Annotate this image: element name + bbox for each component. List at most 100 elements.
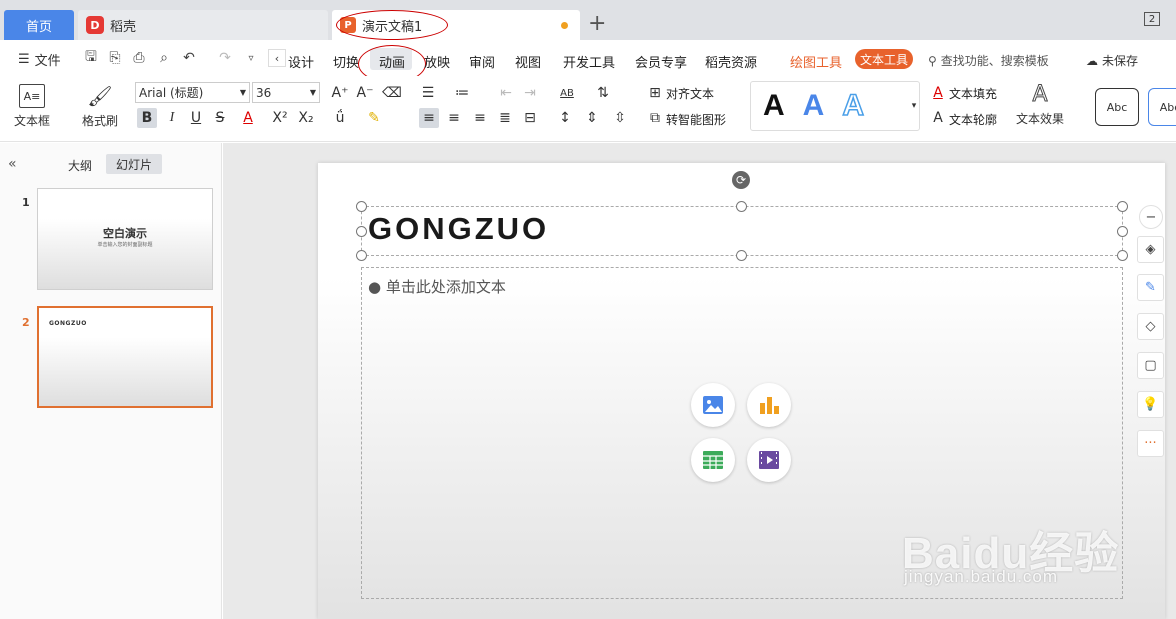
insert-picture-button[interactable]	[691, 383, 735, 427]
shape-style-1[interactable]: Abc	[1095, 88, 1139, 126]
wordart-style-black[interactable]: A	[763, 89, 785, 123]
redo-icon[interactable]: ↷	[216, 49, 234, 67]
text-outline-label[interactable]: 文本轮廓	[949, 111, 997, 128]
distribute-icon[interactable]: ⊟	[520, 108, 540, 128]
superscript-icon[interactable]: X²	[270, 108, 290, 128]
resize-handle[interactable]	[736, 201, 747, 212]
numbered-list-icon[interactable]: ≔	[452, 83, 472, 103]
print-icon[interactable]: ⎙	[130, 49, 148, 67]
align-right-icon[interactable]: ≡	[470, 108, 490, 128]
align-text-icon[interactable]: ⊞	[645, 83, 665, 103]
menu-daoke-resources[interactable]: 稻壳资源	[705, 52, 757, 71]
tab-daoke[interactable]: D 稻壳	[78, 10, 328, 40]
pen-icon[interactable]: ✎	[1137, 274, 1164, 301]
underline-icon[interactable]: U	[186, 108, 206, 128]
menu-transition[interactable]: 切换	[333, 52, 359, 71]
paragraph-spacing-icon[interactable]: ⇕	[582, 108, 602, 128]
file-menu[interactable]: ☰ 文件	[18, 50, 61, 69]
format-painter-button[interactable]: 🖌 格式刷	[82, 84, 118, 129]
tab-outline[interactable]: 大纲	[68, 157, 92, 174]
smart-shape-label[interactable]: 转智能图形	[666, 111, 726, 128]
tab-document[interactable]: P 演示文稿1	[332, 10, 580, 40]
align-center-icon[interactable]: ≡	[444, 108, 464, 128]
new-tab-button[interactable]: +	[588, 12, 606, 36]
body-placeholder-text[interactable]: ● 单击此处添加文本	[368, 276, 506, 297]
zoom-out-icon[interactable]: −	[1139, 205, 1163, 229]
resize-handle[interactable]	[1117, 250, 1128, 261]
increase-indent-icon[interactable]: ⇥	[520, 83, 540, 103]
search-box[interactable]: ⚲ 查找功能、搜索模板	[928, 52, 1049, 69]
scroll-left-icon[interactable]: ‹	[268, 49, 286, 67]
para-settings-icon[interactable]: ⇳	[610, 108, 630, 128]
italic-icon[interactable]: I	[162, 108, 182, 128]
fill-bucket-icon[interactable]: ◇	[1137, 313, 1164, 340]
textbox-button[interactable]: A≡ 文本框	[14, 84, 50, 129]
wordart-style-blue[interactable]: A	[803, 89, 825, 123]
menu-text-tools[interactable]: 文本工具	[855, 49, 913, 69]
bold-icon[interactable]: B	[137, 108, 157, 128]
insert-table-button[interactable]	[691, 438, 735, 482]
align-left-icon[interactable]: ≡	[419, 108, 439, 128]
sort-icon[interactable]: ⇅	[593, 83, 613, 103]
more-icon[interactable]: ···	[1137, 430, 1164, 457]
font-color-icon[interactable]: A	[238, 108, 258, 128]
wordart-more-icon[interactable]: ▾	[904, 96, 924, 116]
justify-icon[interactable]: ≣	[495, 108, 515, 128]
menu-design[interactable]: 设计	[288, 52, 314, 71]
menu-member[interactable]: 会员专享	[635, 52, 687, 71]
tab-home[interactable]: 首页	[4, 10, 74, 40]
text-fill-icon[interactable]: A	[928, 83, 948, 103]
insert-video-button[interactable]	[747, 438, 791, 482]
menu-view[interactable]: 视图	[515, 52, 541, 71]
subscript-icon[interactable]: X₂	[296, 108, 316, 128]
resize-handle[interactable]	[1117, 201, 1128, 212]
menu-drawing-tools[interactable]: 绘图工具	[790, 52, 842, 71]
export-pdf-icon[interactable]: ⎘	[106, 49, 124, 67]
layers-icon[interactable]: ◈	[1137, 236, 1164, 263]
strikethrough-icon[interactable]: S	[210, 108, 230, 128]
print-preview-icon[interactable]: ⌕	[155, 49, 173, 67]
resize-handle[interactable]	[356, 201, 367, 212]
align-text-label[interactable]: 对齐文本	[666, 85, 714, 102]
menu-animation[interactable]: 动画	[379, 52, 405, 71]
decrease-indent-icon[interactable]: ⇤	[496, 83, 516, 103]
border-icon[interactable]: ▢	[1137, 352, 1164, 379]
font-name-select[interactable]: Arial (标题) ▼	[135, 82, 250, 103]
lightbulb-icon[interactable]: 💡	[1137, 391, 1164, 418]
phonetic-icon[interactable]: ǘ	[330, 108, 350, 128]
save-icon[interactable]: 🖫	[82, 49, 100, 67]
slide-thumbnail[interactable]: 空白演示 单击输入您的封面副标题	[37, 188, 213, 290]
rotate-handle-icon[interactable]: ⟳	[732, 171, 750, 189]
line-spacing-icon[interactable]: ↕	[555, 108, 575, 128]
font-size-select[interactable]: 36 ▼	[252, 82, 320, 103]
undo-icon[interactable]: ↶	[180, 49, 198, 67]
smart-shape-icon[interactable]: ⧉	[645, 108, 665, 128]
insert-chart-button[interactable]	[747, 383, 791, 427]
window-count-badge[interactable]: 2	[1144, 12, 1160, 26]
text-direction-icon[interactable]: AB	[557, 83, 577, 103]
save-status[interactable]: ☁ 未保存	[1086, 52, 1138, 69]
text-outline-icon[interactable]: A	[928, 108, 948, 128]
bullet-list-icon[interactable]: ☰	[418, 83, 438, 103]
increase-font-icon[interactable]: A⁺	[330, 83, 350, 103]
slide-thumbnail-active[interactable]: GONGZUO	[37, 306, 213, 408]
wordart-style-outline[interactable]: A	[842, 88, 865, 123]
shape-style-2[interactable]: Abc	[1148, 88, 1176, 126]
decrease-font-icon[interactable]: A⁻	[355, 83, 375, 103]
text-fill-label[interactable]: 文本填充	[949, 85, 997, 102]
wordart-gallery[interactable]: A A A	[750, 81, 920, 131]
quick-access-more-icon[interactable]: ▿	[242, 49, 260, 67]
menu-developer[interactable]: 开发工具	[563, 52, 615, 71]
resize-handle[interactable]	[1117, 226, 1128, 237]
resize-handle[interactable]	[356, 250, 367, 261]
highlight-icon[interactable]: ✎	[364, 108, 384, 128]
menu-review[interactable]: 审阅	[469, 52, 495, 71]
text-effect-button[interactable]: A 文本效果	[1016, 81, 1064, 127]
resize-handle[interactable]	[736, 250, 747, 261]
collapse-pane-icon[interactable]: «	[8, 156, 17, 172]
menu-slideshow[interactable]: 放映	[424, 52, 450, 71]
slide-title[interactable]: GONGZUO	[368, 211, 549, 247]
tab-slides[interactable]: 幻灯片	[106, 154, 162, 174]
resize-handle[interactable]	[356, 226, 367, 237]
clear-format-icon[interactable]: ⌫	[382, 83, 402, 103]
